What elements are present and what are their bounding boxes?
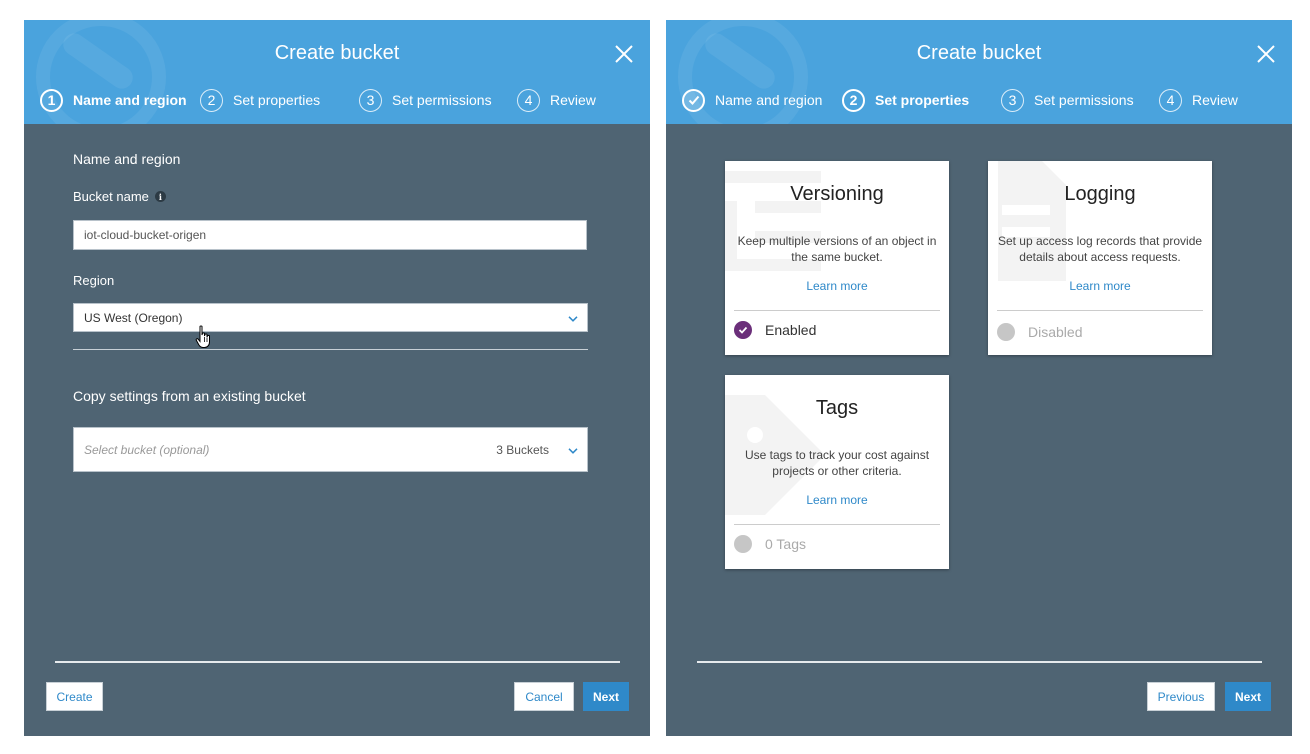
step-label: Set properties xyxy=(233,92,321,108)
bucket-name-input[interactable] xyxy=(73,220,587,250)
dialog-header: Create bucket 1 Name and region 2 Set pr… xyxy=(24,20,650,124)
next-button[interactable]: Next xyxy=(583,682,629,711)
close-icon[interactable] xyxy=(614,44,634,64)
learn-more-link[interactable]: Learn more xyxy=(988,279,1212,293)
step-label: Name and region xyxy=(715,92,823,108)
step-set-permissions[interactable]: 3 Set permissions xyxy=(359,88,492,112)
dialog-title: Create bucket xyxy=(916,42,1042,64)
card-description: Use tags to track your cost against proj… xyxy=(744,448,930,478)
wizard-steps: 1 Name and region 2 Set properties 3 Set… xyxy=(40,88,640,114)
copy-settings-title: Copy settings from an existing bucket xyxy=(73,388,306,404)
card-title: Tags xyxy=(815,397,859,419)
step-label: Review xyxy=(1192,92,1238,108)
step-number: 3 xyxy=(359,88,382,112)
divider xyxy=(73,349,588,350)
card-description: Set up access log records that provide d… xyxy=(997,234,1203,264)
step-label: Review xyxy=(550,92,596,108)
region-select-value: US West (Oregon) xyxy=(84,310,183,325)
step-label: Set permissions xyxy=(1034,92,1134,108)
copy-bucket-placeholder: Select bucket (optional) xyxy=(84,442,210,457)
card-divider xyxy=(734,524,940,525)
step-name-and-region[interactable]: 1 Name and region xyxy=(40,88,187,112)
tags-card[interactable]: Tags Use tags to track your cost against… xyxy=(725,375,949,569)
step-review[interactable]: 4 Review xyxy=(517,88,596,112)
card-title: Logging xyxy=(1064,183,1136,205)
copy-bucket-select[interactable]: Select bucket (optional) 3 Buckets xyxy=(73,427,588,472)
card-divider xyxy=(734,310,940,311)
step-number: 4 xyxy=(1159,88,1182,112)
versioning-card[interactable]: Versioning Keep multiple versions of an … xyxy=(725,161,949,355)
step-set-permissions[interactable]: 3 Set permissions xyxy=(1001,88,1134,112)
step-number: 3 xyxy=(1001,88,1024,112)
step-label: Name and region xyxy=(73,92,187,108)
versioning-status: Enabled xyxy=(734,321,816,339)
info-icon[interactable]: i xyxy=(154,191,166,202)
step-number: 4 xyxy=(517,88,540,112)
section-title: Name and region xyxy=(73,151,181,167)
step-review[interactable]: 4 Review xyxy=(1159,88,1238,112)
dialog-header: Create bucket Name and region 2 Set prop… xyxy=(666,20,1292,124)
previous-button[interactable]: Previous xyxy=(1147,682,1215,711)
tags-status: 0 Tags xyxy=(734,535,806,553)
step-label: Set properties xyxy=(875,92,970,108)
next-button[interactable]: Next xyxy=(1225,682,1271,711)
step-number: 2 xyxy=(842,88,865,112)
status-text: Disabled xyxy=(1028,324,1083,340)
step-set-properties[interactable]: 2 Set properties xyxy=(842,88,969,112)
status-dot-icon xyxy=(734,535,752,553)
status-text: 0 Tags xyxy=(765,536,806,552)
step-number: 2 xyxy=(200,88,223,112)
card-description: Keep multiple versions of an object in t… xyxy=(737,234,937,264)
wizard-steps: Name and region 2 Set properties 3 Set p… xyxy=(682,88,1282,114)
bucket-name-label: Bucket name i xyxy=(73,189,166,204)
chevron-down-icon xyxy=(568,315,578,322)
bucket-count: 3 Buckets xyxy=(496,442,549,457)
card-title: Versioning xyxy=(790,183,884,205)
create-bucket-dialog-step1: Create bucket 1 Name and region 2 Set pr… xyxy=(24,20,650,736)
logging-card[interactable]: Logging Set up access log records that p… xyxy=(988,161,1212,355)
footer-divider xyxy=(55,661,620,663)
step-number: 1 xyxy=(40,88,63,112)
card-divider xyxy=(997,310,1203,311)
learn-more-link[interactable]: Learn more xyxy=(725,493,949,507)
close-icon[interactable] xyxy=(1256,44,1276,64)
bucket-name-label-text: Bucket name xyxy=(73,189,149,204)
check-circle-icon xyxy=(734,321,752,339)
create-bucket-dialog-step2: Create bucket Name and region 2 Set prop… xyxy=(666,20,1292,736)
cancel-button[interactable]: Cancel xyxy=(514,682,574,711)
status-text: Enabled xyxy=(765,322,817,338)
create-button[interactable]: Create xyxy=(46,682,103,711)
step-set-properties[interactable]: 2 Set properties xyxy=(200,88,320,112)
dialog-title: Create bucket xyxy=(274,42,400,64)
chevron-down-icon xyxy=(568,447,578,454)
status-dot-icon xyxy=(997,323,1015,341)
learn-more-link[interactable]: Learn more xyxy=(725,279,949,293)
footer-divider xyxy=(697,661,1262,663)
step-name-and-region[interactable]: Name and region xyxy=(682,88,822,112)
check-icon xyxy=(682,88,705,112)
hand-cursor-icon xyxy=(195,325,210,348)
region-label: Region xyxy=(73,273,115,288)
region-select[interactable]: US West (Oregon) xyxy=(73,303,588,332)
step-label: Set permissions xyxy=(392,92,492,108)
logging-status: Disabled xyxy=(997,323,1082,341)
